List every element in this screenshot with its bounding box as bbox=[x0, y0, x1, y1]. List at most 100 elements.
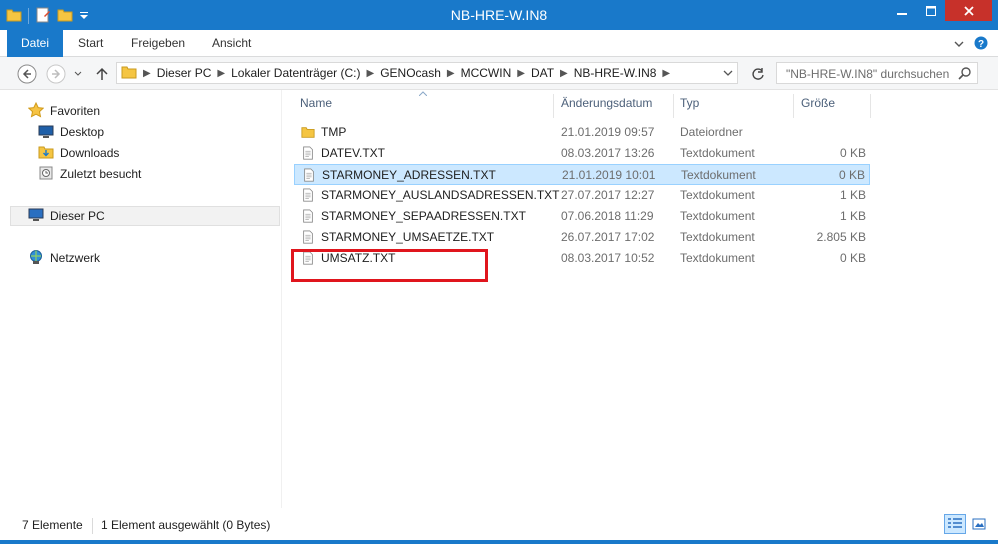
file-type: Textdokument bbox=[680, 251, 755, 265]
chevron-right-icon[interactable]: ▶ bbox=[143, 68, 151, 79]
column-separator[interactable] bbox=[673, 94, 674, 118]
file-list: Name Änderungsdatum Typ Größe TMP 21.01.2… bbox=[294, 90, 994, 508]
file-row[interactable]: DATEV.TXT 08.03.2017 13:26 Textdokument 0 K… bbox=[294, 143, 870, 164]
nav-item-recent[interactable]: Zuletzt besucht bbox=[38, 164, 141, 184]
tab-start[interactable]: Start bbox=[78, 30, 103, 57]
tab-view[interactable]: Ansicht bbox=[212, 30, 251, 57]
nav-item-downloads[interactable]: Downloads bbox=[38, 143, 119, 163]
file-date: 21.01.2019 09:57 bbox=[561, 125, 655, 139]
view-switcher bbox=[944, 514, 990, 534]
file-type: Textdokument bbox=[680, 230, 755, 244]
minimize-button[interactable] bbox=[887, 0, 916, 21]
expand-ribbon-icon[interactable] bbox=[954, 38, 964, 52]
tab-file[interactable]: Datei bbox=[7, 30, 63, 57]
breadcrumb-item[interactable]: DAT ▶ bbox=[531, 66, 574, 80]
folder-icon bbox=[301, 125, 315, 142]
file-type: Textdokument bbox=[680, 146, 755, 160]
ribbon-right-controls: ? bbox=[954, 36, 988, 53]
file-row[interactable]: TMP 21.01.2019 09:57 Dateiordner bbox=[294, 122, 870, 143]
file-date: 07.06.2018 11:29 bbox=[561, 209, 654, 223]
search-icon[interactable] bbox=[958, 66, 972, 83]
selection-info: 1 Element ausgewählt (0 Bytes) bbox=[101, 518, 271, 532]
column-separator[interactable] bbox=[870, 94, 871, 118]
content-area: Favoriten Desktop Downloads Zuletzt besu… bbox=[0, 90, 998, 508]
title-bar: NB-HRE-W.IN8 bbox=[0, 0, 998, 30]
window-controls bbox=[887, 0, 992, 21]
nav-item-thispc[interactable]: Dieser PC bbox=[10, 206, 280, 226]
file-name: STARMONEY_UMSAETZE.TXT bbox=[321, 230, 495, 244]
explorer-window: NB-HRE-W.IN8 Datei Start Freigeben Ansic… bbox=[0, 0, 998, 544]
search-input[interactable]: "NB-HRE-W.IN8" durchsuchen bbox=[786, 67, 949, 81]
file-size: 0 KB bbox=[839, 251, 866, 265]
downloads-icon bbox=[38, 144, 54, 163]
file-date: 08.03.2017 10:52 bbox=[561, 251, 655, 265]
breadcrumb-item[interactable]: NB-HRE-W.IN8 ▶ bbox=[574, 66, 676, 80]
file-size: 1 KB bbox=[839, 188, 866, 202]
file-name: TMP bbox=[321, 125, 347, 139]
star-icon bbox=[27, 101, 45, 121]
annotation-highlight-box bbox=[291, 249, 488, 282]
close-button[interactable] bbox=[945, 0, 992, 21]
file-name: DATEV.TXT bbox=[321, 146, 386, 160]
details-view-button[interactable] bbox=[944, 514, 966, 534]
forward-button[interactable] bbox=[46, 64, 66, 84]
file-name: STARMONEY_SEPAADRESSEN.TXT bbox=[321, 209, 526, 223]
file-date: 27.07.2017 12:27 bbox=[561, 188, 655, 202]
nav-item-favorites[interactable]: Favoriten bbox=[27, 101, 100, 121]
ribbon-tabs: Datei Start Freigeben Ansicht ? bbox=[0, 30, 998, 57]
file-row[interactable]: STARMONEY_UMSAETZE.TXT 26.07.2017 17:02 Te… bbox=[294, 227, 870, 248]
nav-item-network[interactable]: Netzwerk bbox=[28, 248, 100, 268]
address-bar[interactable]: ▶ Dieser PC ▶ Lokaler Datenträger (C:) ▶ G… bbox=[116, 62, 738, 84]
window-border bbox=[0, 540, 998, 544]
file-row[interactable]: STARMONEY_SEPAADRESSEN.TXT 07.06.2018 11:… bbox=[294, 206, 870, 227]
text-file-icon bbox=[301, 209, 315, 226]
desktop-icon bbox=[38, 123, 54, 142]
item-count: 7 Elemente bbox=[22, 518, 83, 532]
file-row[interactable]: STARMONEY_AUSLANDSADRESSEN.TXT 27.07.2017… bbox=[294, 185, 870, 206]
maximize-button[interactable] bbox=[916, 0, 945, 21]
sort-ascending-icon bbox=[419, 91, 427, 96]
column-header-name[interactable]: Name bbox=[300, 96, 332, 116]
window-title: NB-HRE-W.IN8 bbox=[450, 7, 548, 23]
file-name: STARMONEY_ADRESSEN.TXT bbox=[322, 168, 496, 182]
search-box[interactable]: "NB-HRE-W.IN8" durchsuchen bbox=[776, 62, 978, 84]
up-button[interactable] bbox=[92, 64, 112, 84]
recent-locations-icon[interactable] bbox=[72, 64, 84, 84]
file-name: STARMONEY_AUSLANDSADRESSEN.TXT bbox=[321, 188, 560, 202]
file-type: Textdokument bbox=[681, 168, 756, 182]
breadcrumb-item[interactable]: Lokaler Datenträger (C:) ▶ bbox=[231, 66, 380, 80]
file-date: 08.03.2017 13:26 bbox=[561, 146, 655, 160]
file-date: 21.01.2019 10:01 bbox=[562, 168, 656, 182]
back-button[interactable] bbox=[17, 64, 37, 84]
column-separator[interactable] bbox=[553, 94, 554, 118]
text-file-icon bbox=[301, 230, 315, 247]
folder-icon bbox=[121, 64, 137, 83]
svg-text:?: ? bbox=[978, 39, 984, 50]
pane-divider[interactable] bbox=[281, 90, 282, 508]
breadcrumb-item[interactable]: GENOcash ▶ bbox=[380, 66, 460, 80]
column-header-size[interactable]: Größe bbox=[801, 96, 835, 116]
refresh-button[interactable] bbox=[748, 64, 768, 84]
column-header-type[interactable]: Typ bbox=[680, 96, 699, 116]
help-icon[interactable]: ? bbox=[974, 36, 988, 53]
file-size: 2.805 KB bbox=[816, 230, 866, 244]
recent-places-icon bbox=[38, 165, 54, 184]
network-icon bbox=[28, 249, 44, 268]
file-size: 0 KB bbox=[839, 146, 866, 160]
column-separator[interactable] bbox=[793, 94, 794, 118]
navigation-bar: ▶ Dieser PC ▶ Lokaler Datenträger (C:) ▶ G… bbox=[0, 57, 998, 90]
nav-item-desktop[interactable]: Desktop bbox=[38, 122, 104, 142]
breadcrumb-item[interactable]: MCCWIN ▶ bbox=[461, 66, 531, 80]
large-icons-view-button[interactable] bbox=[968, 514, 990, 534]
address-dropdown-icon[interactable] bbox=[723, 67, 733, 82]
file-date: 26.07.2017 17:02 bbox=[561, 230, 655, 244]
tab-share[interactable]: Freigeben bbox=[131, 30, 185, 57]
file-type: Textdokument bbox=[680, 209, 755, 223]
navigation-pane: Favoriten Desktop Downloads Zuletzt besu… bbox=[8, 90, 282, 508]
file-size: 1 KB bbox=[839, 209, 866, 223]
status-bar: 7 Elemente 1 Element ausgewählt (0 Bytes… bbox=[0, 508, 998, 544]
file-type: Textdokument bbox=[680, 188, 755, 202]
file-row[interactable]: STARMONEY_ADRESSEN.TXT 21.01.2019 10:01 Te… bbox=[294, 164, 870, 185]
column-header-date[interactable]: Änderungsdatum bbox=[561, 96, 652, 116]
breadcrumb-item[interactable]: Dieser PC ▶ bbox=[157, 66, 231, 80]
